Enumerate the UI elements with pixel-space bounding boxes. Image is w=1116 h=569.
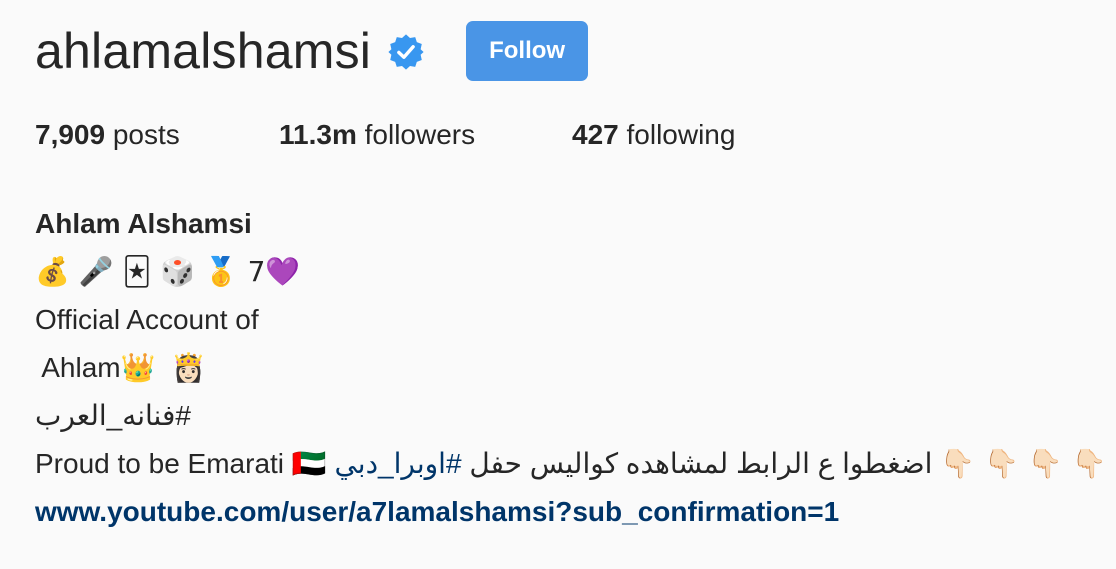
bio-arabic-segment: اضغطوا ع الرابط لمشاهده كواليس حفل #اوبر…	[334, 448, 940, 479]
followers-label: followers	[356, 119, 476, 150]
following-label: following	[618, 119, 736, 150]
pointing-down-icons: 👇🏻 👇🏻 👇🏻 👇🏻 👇🏻	[940, 447, 1116, 480]
full-name: Ahlam Alshamsi	[35, 208, 252, 239]
profile-stats: 7,909 posts 11.3m followers 427 followin…	[35, 119, 735, 151]
profile-bio: Ahlam Alshamsi 💰 🎤 🃏 🎲 🥇 7💜 Official Acc…	[35, 200, 1116, 536]
bio-arabic-text: اضغطوا ع الرابط لمشاهده كواليس حفل	[469, 448, 933, 479]
followers-count: 11.3m	[279, 119, 357, 150]
posts-label: posts	[105, 119, 180, 150]
bio-proud-text: Proud to be Emarati 🇦🇪	[35, 448, 327, 479]
verified-badge-icon	[387, 33, 425, 71]
profile-page: ahlamalshamsi Follow 7,909 posts 11.3m f…	[0, 0, 1116, 569]
bio-website-line: www.youtube.com/user/a7lamalshamsi?sub_c…	[35, 488, 1116, 536]
posts-count: 7,909	[35, 119, 106, 150]
bio-ahlam-line: Ahlam👑 👸🏻	[35, 352, 206, 383]
following-stat[interactable]: 427 following	[572, 119, 735, 151]
bio-proud-line: Proud to be Emarati 🇦🇪 اضغطوا ع الرابط ل…	[35, 440, 1116, 488]
follow-button[interactable]: Follow	[466, 21, 589, 81]
username: ahlamalshamsi	[35, 23, 372, 79]
bio-official-line: Official Account of	[35, 304, 259, 335]
profile-header: ahlamalshamsi Follow	[35, 18, 589, 84]
opera-dubai-hashtag-link[interactable]: #اوبرا_دبي	[334, 448, 461, 479]
following-count: 427	[572, 119, 619, 150]
bio-hashtag-line: #فنانه_العرب	[35, 392, 1116, 440]
followers-stat[interactable]: 11.3m followers	[279, 119, 572, 151]
website-link[interactable]: www.youtube.com/user/a7lamalshamsi?sub_c…	[35, 496, 839, 527]
bio-hashtag[interactable]: #فنانه_العرب	[35, 400, 191, 431]
bio-emoji-line: 💰 🎤 🃏 🎲 🥇 7💜	[35, 255, 301, 288]
posts-stat[interactable]: 7,909 posts	[35, 119, 279, 151]
